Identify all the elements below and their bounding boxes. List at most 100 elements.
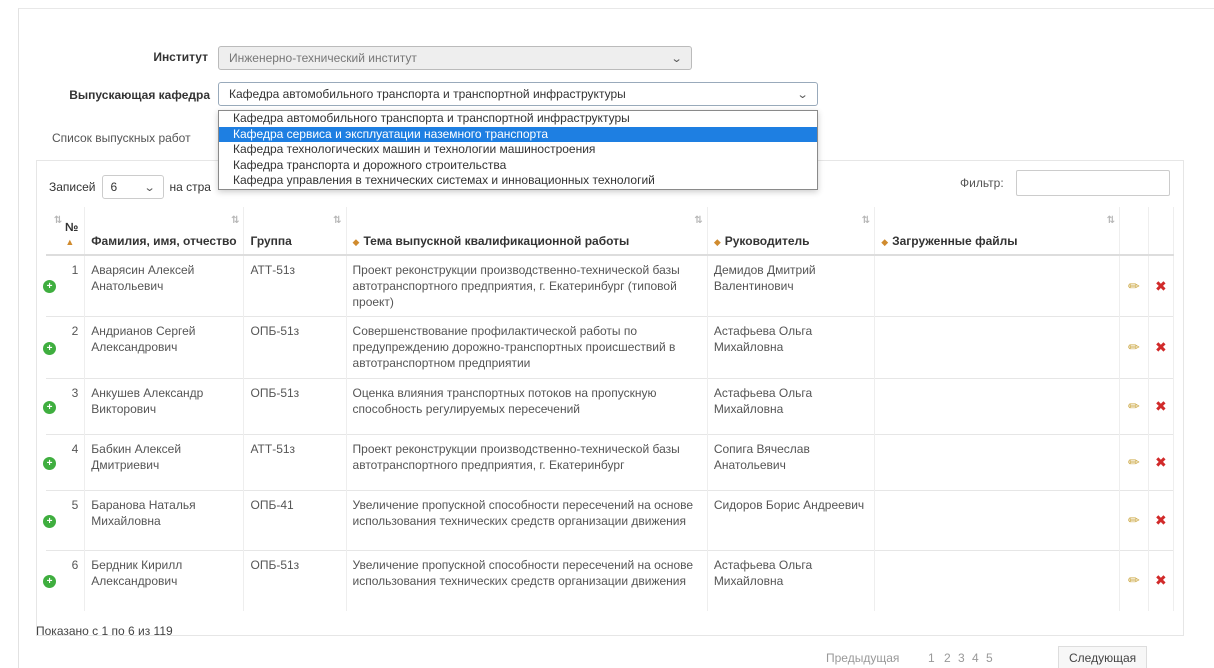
department-select[interactable]: Кафедра автомобильного транспорта и тран… [218,82,818,106]
cell-topic: Совершенствование профилактической работ… [346,316,708,379]
cell-topic: Проект реконструкции производственно-тех… [346,254,708,317]
pager-page-5[interactable]: 5 [986,651,993,665]
cell-files [874,316,1121,379]
theses-table: ⇅ № ▲ ⇅ Фамилия, имя, отчество ⇅ Группа ◆ Те… [46,207,1175,611]
col-header-group[interactable]: ⇅ Группа [243,207,347,256]
delete-icon[interactable]: ✖ [1155,339,1167,355]
dropdown-option[interactable]: Кафедра технологических машин и технолог… [219,142,817,158]
pager-page-1[interactable]: 1 [928,651,935,665]
cell-topic: Оценка влияния транспортных потоков на п… [346,378,708,435]
entries-prefix: Записей [49,180,96,194]
institute-select[interactable]: Инженерно-технический институт ⌄ [218,46,692,70]
sort-icon: ◆ [352,237,360,247]
sort-icon: ◆ [713,237,721,247]
pager-page-4[interactable]: 4 [972,651,979,665]
cell-supervisor: Астафьева Ольга Михайловна [707,550,876,611]
pencil-icon[interactable]: ✏ [1128,454,1140,470]
expand-row-icon[interactable]: + [43,341,56,355]
institute-value: Инженерно-технический институт [229,51,417,65]
col-header-files[interactable]: ◆ Загруженные файлы ⇅ [874,207,1121,256]
cell-supervisor: Астафьева Ольга Михайловна [707,316,876,379]
table-row: 1 Аварясин Алексей Анатольевич АТТ-51з Прое… [46,254,1175,317]
cell-supervisor: Сопига Вячеслав Анатольевич [707,434,876,491]
delete-icon[interactable]: ✖ [1155,572,1167,588]
cell-supervisor: Астафьева Ольга Михайловна [707,378,876,435]
col-header-delete [1148,207,1175,256]
expand-row-icon[interactable]: + [43,279,56,293]
expand-row-icon[interactable]: + [43,574,56,588]
edit-cell: ✏ [1119,434,1149,491]
dropdown-option-highlighted[interactable]: Кафедра сервиса и эксплуатации наземного… [219,126,817,143]
entries-select[interactable]: 6 ⌄ [101,175,164,199]
cell-group: ОПБ-41 [243,490,347,551]
pager-prev[interactable]: Предыдущая [826,651,899,665]
dropdown-option[interactable]: Кафедра транспорта и дорожного строитель… [219,158,817,174]
col-header-name[interactable]: ⇅ Фамилия, имя, отчество [84,207,245,256]
filter-input[interactable] [1015,170,1170,196]
delete-cell: ✖ [1148,378,1175,435]
pencil-icon[interactable]: ✏ [1128,572,1140,588]
table-row: 6 Бердник Кирилл Александрович ОПБ-51з Увел… [46,550,1175,611]
sort-icon: ⇅ [1106,215,1116,226]
chevron-down-icon: ⌄ [143,181,156,194]
pager-page-2[interactable]: 2 [944,651,951,665]
department-value: Кафедра автомобильного транспорта и тран… [229,87,626,101]
sort-icon: ▲ [65,237,75,247]
expand-row-icon[interactable]: + [43,514,56,528]
sort-icon: ⇅ [333,215,342,226]
pencil-icon[interactable]: ✏ [1128,339,1140,355]
list-title: Список выпускных работ [52,131,191,145]
delete-cell: ✖ [1148,254,1175,317]
chevron-down-icon: ⌄ [796,88,809,101]
expand-row-icon[interactable]: + [43,400,56,414]
sort-icon: ⇅ [694,215,703,226]
chevron-down-icon: ⌄ [670,52,683,65]
table-row: 2 Андрианов Сергей Александрович ОПБ-51з Со… [46,316,1175,379]
table-info: Показано с 1 по 6 из 119 [36,624,173,638]
institute-label: Институт [153,50,208,64]
cell-group: ОПБ-51з [243,550,347,611]
delete-cell: ✖ [1148,316,1175,379]
delete-icon[interactable]: ✖ [1155,398,1167,414]
delete-icon[interactable]: ✖ [1155,278,1167,294]
department-dropdown-list: Кафедра автомобильного транспорта и тран… [218,110,818,190]
cell-name: Бабкин Алексей Дмитриевич [84,434,245,491]
cell-topic: Проект реконструкции производственно-тех… [346,434,708,491]
delete-icon[interactable]: ✖ [1155,512,1167,528]
col-header-number[interactable]: ⇅ № ▲ [46,207,86,256]
table-row: 5 Баранова Наталья Михайловна ОПБ-41 Увелич… [46,490,1175,551]
delete-cell: ✖ [1148,490,1175,551]
sort-icon: ◆ [881,237,889,247]
pencil-icon[interactable]: ✏ [1128,278,1140,294]
col-header-edit [1119,207,1149,256]
expand-row-icon[interactable]: + [43,456,56,470]
cell-group: АТТ-51з [243,254,347,317]
entries-suffix: на стра [169,180,211,194]
department-label: Выпускающая кафедра [69,88,210,102]
edit-cell: ✏ [1119,254,1149,317]
cell-files [874,378,1121,435]
col-header-topic[interactable]: ◆ Тема выпускной квалификационной работы ⇅ [346,207,708,256]
filter-control: Фильтр: [960,170,1170,196]
cell-name: Бердник Кирилл Александрович [84,550,245,611]
edit-cell: ✏ [1119,378,1149,435]
col-header-supervisor[interactable]: ◆ Руководитель ⇅ [707,207,876,256]
edit-cell: ✏ [1119,550,1149,611]
cell-group: ОПБ-51з [243,378,347,435]
delete-cell: ✖ [1148,550,1175,611]
pencil-icon[interactable]: ✏ [1128,512,1140,528]
cell-files [874,434,1121,491]
cell-supervisor: Демидов Дмитрий Валентинович [707,254,876,317]
table-header-row: ⇅ № ▲ ⇅ Фамилия, имя, отчество ⇅ Группа ◆ Те… [46,207,1175,256]
table-row: 3 Анкушев Александр Викторович ОПБ-51з Оцен… [46,378,1175,435]
pager-page-3[interactable]: 3 [958,651,965,665]
dropdown-option[interactable]: Кафедра управления в технических система… [219,173,817,189]
cell-files [874,254,1121,317]
cell-supervisor: Сидоров Борис Андреевич [707,490,876,551]
pencil-icon[interactable]: ✏ [1128,398,1140,414]
delete-icon[interactable]: ✖ [1155,454,1167,470]
pager-next[interactable]: Следующая [1058,646,1148,668]
dropdown-option[interactable]: Кафедра автомобильного транспорта и тран… [219,111,817,127]
cell-name: Андрианов Сергей Александрович [84,316,245,379]
entries-value: 6 [110,180,118,194]
